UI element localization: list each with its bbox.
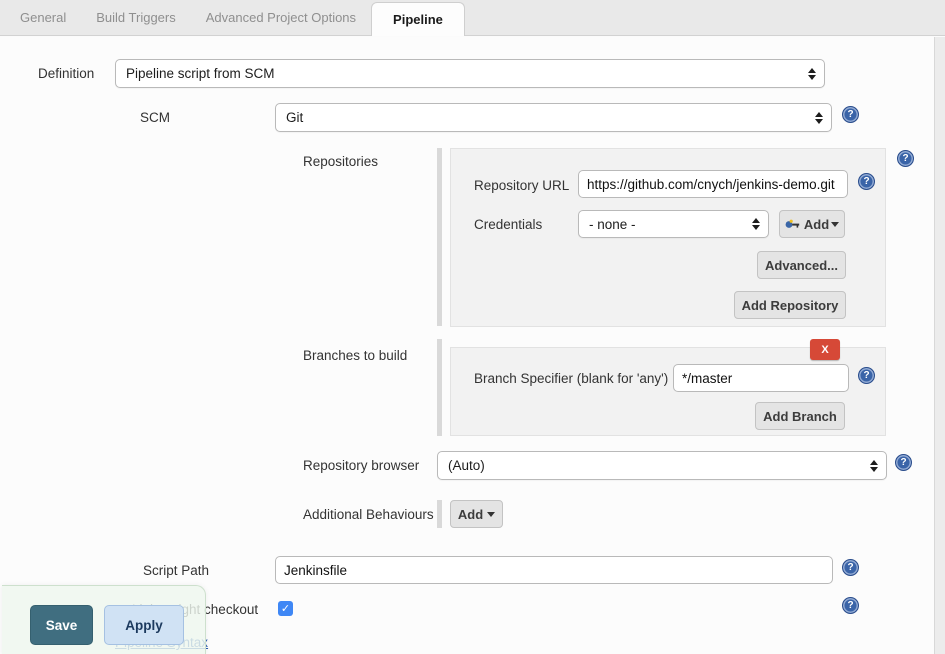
scm-select[interactable]: Git xyxy=(275,103,832,132)
repository-browser-select[interactable]: (Auto) xyxy=(437,451,887,480)
repository-url-input[interactable] xyxy=(578,170,848,198)
credentials-label: Credentials xyxy=(474,217,542,232)
add-branch-button[interactable]: Add Branch xyxy=(755,402,845,430)
select-arrows-icon xyxy=(752,218,760,230)
credentials-select[interactable]: - none - xyxy=(578,210,769,238)
tab-advanced-project-options[interactable]: Advanced Project Options xyxy=(191,0,371,35)
definition-select-value: Pipeline script from SCM xyxy=(126,66,275,81)
repository-browser-help-icon[interactable]: ? xyxy=(895,454,912,471)
additional-behaviours-label: Additional Behaviours xyxy=(303,507,434,522)
scm-select-value: Git xyxy=(286,110,303,125)
tab-pipeline[interactable]: Pipeline xyxy=(371,2,465,36)
branch-specifier-help-icon[interactable]: ? xyxy=(858,367,875,384)
tab-general[interactable]: General xyxy=(5,0,81,35)
repository-browser-select-value: (Auto) xyxy=(448,458,485,473)
definition-select[interactable]: Pipeline script from SCM xyxy=(115,59,825,88)
add-repository-button-label: Add Repository xyxy=(742,298,839,313)
caret-down-icon xyxy=(831,222,839,227)
repositories-chunk-bar xyxy=(437,148,442,326)
advanced-button[interactable]: Advanced... xyxy=(757,251,846,279)
credentials-select-value: - none - xyxy=(589,217,636,232)
lightweight-checkout-checkbox[interactable]: ✓ xyxy=(278,601,293,616)
select-arrows-icon xyxy=(815,112,823,124)
repositories-section-label: Repositories xyxy=(303,154,378,169)
repositories-help-icon[interactable]: ? xyxy=(897,150,914,167)
config-tab-bar: General Build Triggers Advanced Project … xyxy=(0,0,945,36)
jenkins-pipeline-config-screen: General Build Triggers Advanced Project … xyxy=(0,0,945,654)
scm-label: SCM xyxy=(140,110,170,125)
add-credentials-button[interactable]: Add xyxy=(779,210,845,238)
caret-down-icon xyxy=(487,512,495,517)
definition-label: Definition xyxy=(38,66,94,81)
branch-specifier-input[interactable] xyxy=(673,364,849,392)
advanced-button-label: Advanced... xyxy=(765,258,838,273)
script-path-label: Script Path xyxy=(143,563,209,578)
branch-specifier-label: Branch Specifier (blank for 'any') xyxy=(474,371,668,386)
add-behaviour-button[interactable]: Add xyxy=(450,500,503,528)
select-arrows-icon xyxy=(808,68,816,80)
repository-url-label: Repository URL xyxy=(474,178,569,193)
branches-section-label: Branches to build xyxy=(303,348,407,363)
repository-url-help-icon[interactable]: ? xyxy=(858,173,875,190)
select-arrows-icon xyxy=(870,460,878,472)
scm-help-icon[interactable]: ? xyxy=(842,106,859,123)
additional-behaviours-chunk-bar xyxy=(437,500,442,528)
lightweight-checkout-help-icon[interactable]: ? xyxy=(842,597,859,614)
right-gutter xyxy=(934,37,945,654)
add-branch-button-label: Add Branch xyxy=(763,409,837,424)
script-path-input[interactable] xyxy=(275,556,833,584)
apply-button[interactable]: Apply xyxy=(104,605,184,645)
branches-chunk-bar xyxy=(437,339,442,436)
script-path-help-icon[interactable]: ? xyxy=(842,559,859,576)
repository-browser-label: Repository browser xyxy=(303,458,419,473)
key-icon xyxy=(785,219,800,229)
add-credentials-label: Add xyxy=(804,217,829,232)
save-button[interactable]: Save xyxy=(30,605,93,645)
delete-branch-button[interactable]: X xyxy=(810,339,840,360)
tab-build-triggers[interactable]: Build Triggers xyxy=(81,0,190,35)
add-behaviour-button-label: Add xyxy=(458,507,483,522)
add-repository-button[interactable]: Add Repository xyxy=(734,291,846,319)
save-apply-panel: Save Apply xyxy=(2,585,206,654)
